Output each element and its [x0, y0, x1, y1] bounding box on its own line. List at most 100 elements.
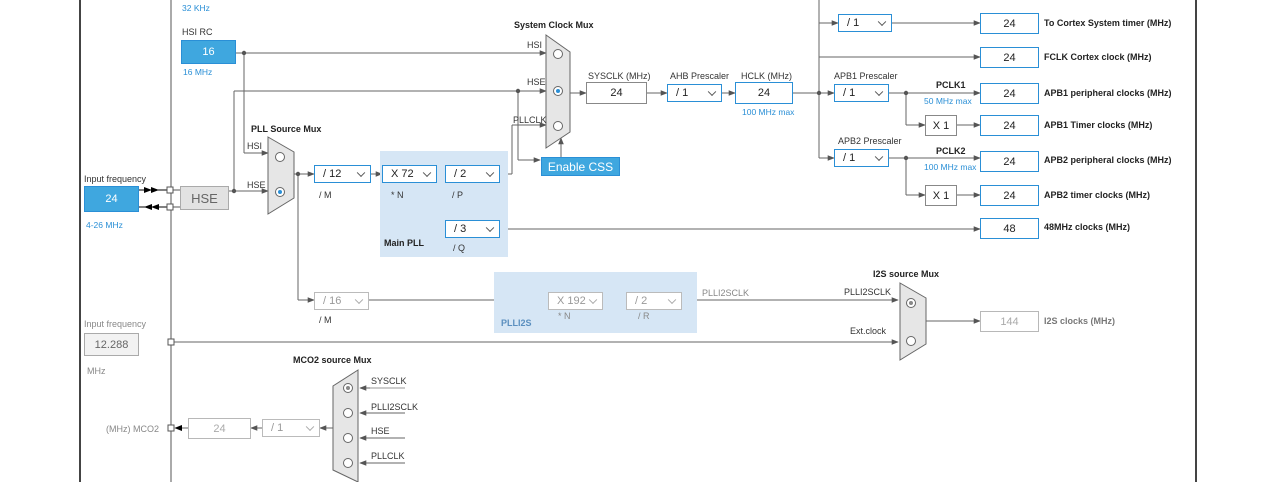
pll-n-label: * N: [391, 190, 404, 200]
apb2-peripheral-output[interactable]: 24: [980, 151, 1039, 172]
pll-p-divider[interactable]: / 2: [445, 165, 500, 183]
sysclk-hsi-radio[interactable]: [553, 49, 563, 59]
sys-mux-hse-label: HSE: [527, 77, 546, 87]
input-frequency-label: Input frequency: [84, 174, 147, 184]
pll-source-hsi-radio[interactable]: [275, 152, 285, 162]
fclk-output-label: FCLK Cortex clock (MHz): [1044, 52, 1152, 62]
apb1-peripheral-output[interactable]: 24: [980, 83, 1039, 104]
mco2-pllclk-radio[interactable]: [343, 458, 353, 468]
sys-mux-hsi-label: HSI: [527, 40, 543, 50]
pclk1-max-note: 50 MHz max: [924, 96, 972, 106]
plli2s-n-label: * N: [558, 311, 571, 321]
mco2-hse-radio[interactable]: [343, 433, 353, 443]
pll-q-divider[interactable]: / 3: [445, 220, 500, 238]
cortex-timer-output[interactable]: 24: [980, 13, 1039, 34]
hsi-rc-freq: 16 MHz: [183, 67, 213, 77]
chevron-down-icon: [485, 168, 495, 178]
pll-q-value: / 3: [454, 223, 467, 235]
hsi-rc-value: 16: [181, 40, 236, 64]
hsi-rc-title: HSI RC: [182, 27, 213, 37]
cortex-timer-output-label: To Cortex System timer (MHz): [1044, 18, 1172, 28]
apb1-timer-output[interactable]: 24: [980, 115, 1039, 136]
system-clock-mux-title: System Clock Mux: [514, 20, 594, 30]
pclk2-label: PCLK2: [936, 146, 966, 156]
plli2sclk-label: PLLI2SCLK: [702, 288, 750, 298]
ahb-prescaler-label: AHB Prescaler: [670, 71, 730, 81]
mco2-plli2sclk-radio[interactable]: [343, 408, 353, 418]
i2s-mux-extclock-label: Ext.clock: [850, 326, 887, 336]
lse-freq-partial: 32 KHz: [182, 3, 210, 13]
chevron-down-icon: [877, 17, 887, 27]
apb1-prescaler-select[interactable]: / 1: [834, 84, 889, 102]
pclk1-label: PCLK1: [936, 80, 966, 90]
ext-input-frequency-value[interactable]: 12.288: [84, 333, 139, 356]
pll-p-value: / 2: [454, 168, 467, 180]
sys-mux-pllclk-label: PLLCLK: [513, 115, 547, 125]
cortex-timer-divider[interactable]: / 1: [838, 14, 892, 32]
mco2-plli2sclk-label: PLLI2SCLK: [371, 402, 419, 412]
pll-m-label: / M: [319, 190, 332, 200]
apb2-timer-output[interactable]: 24: [980, 185, 1039, 206]
i2s-mux-plli2sclk-label: PLLI2SCLK: [844, 287, 892, 297]
plli2s-r-value: / 2: [635, 295, 648, 307]
pll-m-divider[interactable]: / 12: [314, 165, 371, 183]
apb2-prescaler-select[interactable]: / 1: [834, 149, 889, 167]
hclk-max-note: 100 MHz max: [742, 107, 795, 117]
48mhz-output[interactable]: 48: [980, 218, 1039, 239]
i2s-clocks-output[interactable]: 144: [980, 311, 1039, 332]
hse-block: HSE: [180, 186, 229, 210]
hclk-input[interactable]: 24: [735, 82, 793, 104]
apb2-peripheral-output-label: APB2 peripheral clocks (MHz): [1044, 155, 1172, 165]
pll-source-hse-radio[interactable]: [275, 187, 285, 197]
hse-input-frequency[interactable]: 24: [84, 186, 139, 212]
chevron-down-icon: [422, 168, 432, 178]
main-pll-title: Main PLL: [384, 238, 424, 248]
fclk-output[interactable]: 24: [980, 47, 1039, 68]
apb2-timer-output-label: APB2 timer clocks (MHz): [1044, 190, 1151, 200]
chevron-down-icon: [667, 295, 677, 305]
sysclk-hse-radio[interactable]: [553, 86, 563, 96]
apb2-timer-multiplier: X 1: [925, 185, 957, 206]
i2s-extclock-radio[interactable]: [906, 336, 916, 346]
mco2-pllclk-label: PLLCLK: [371, 451, 405, 461]
cortex-timer-divider-value: / 1: [847, 17, 860, 29]
mco2-sysclk-label: SYSCLK: [371, 376, 407, 386]
chevron-down-icon: [588, 295, 598, 305]
i2s-source-mux-title: I2S source Mux: [873, 269, 940, 279]
enable-css-button[interactable]: Enable CSS: [541, 157, 620, 176]
hclk-label: HCLK (MHz): [741, 71, 792, 81]
apb1-prescaler-label: APB1 Prescaler: [834, 71, 898, 81]
mco2-divider[interactable]: / 1: [262, 419, 320, 437]
apb1-prescaler-value: / 1: [843, 87, 856, 99]
plli2s-n-multiplier[interactable]: X 192: [548, 292, 603, 310]
mco2-hse-label: HSE: [371, 426, 390, 436]
ext-input-frequency-label: Input frequency: [84, 319, 147, 329]
plli2s-m-label: / M: [319, 315, 332, 325]
chevron-down-icon: [874, 87, 884, 97]
mco2-sysclk-radio[interactable]: [343, 383, 353, 393]
chevron-down-icon: [485, 223, 495, 233]
sysclk-pllclk-radio[interactable]: [553, 121, 563, 131]
apb2-prescaler-label: APB2 Prescaler: [838, 136, 902, 146]
pll-n-value: X 72: [391, 168, 414, 180]
pll-source-mux-hse-label: HSE: [247, 180, 266, 190]
ahb-prescaler-select[interactable]: / 1: [667, 84, 722, 102]
pll-p-label: / P: [452, 190, 464, 200]
pll-n-multiplier[interactable]: X 72: [382, 165, 437, 183]
mco2-output[interactable]: 24: [188, 418, 251, 439]
plli2s-m-value: / 16: [323, 295, 342, 307]
plli2s-r-label: / R: [638, 311, 650, 321]
sysclk-label: SYSCLK (MHz): [588, 71, 651, 81]
ext-input-unit: MHz: [87, 366, 106, 376]
chevron-down-icon: [354, 295, 364, 305]
plli2s-r-divider[interactable]: / 2: [626, 292, 682, 310]
i2s-clocks-label: I2S clocks (MHz): [1044, 316, 1116, 326]
plli2s-m-divider[interactable]: / 16: [314, 292, 369, 310]
mco2-label: (MHz) MCO2: [106, 424, 159, 434]
pclk2-max-note: 100 MHz max: [924, 162, 977, 172]
chevron-down-icon: [707, 87, 717, 97]
i2s-plli2sclk-radio[interactable]: [906, 298, 916, 308]
chevron-down-icon: [356, 168, 366, 178]
apb2-prescaler-value: / 1: [843, 152, 856, 164]
pll-source-mux-title: PLL Source Mux: [251, 124, 322, 134]
